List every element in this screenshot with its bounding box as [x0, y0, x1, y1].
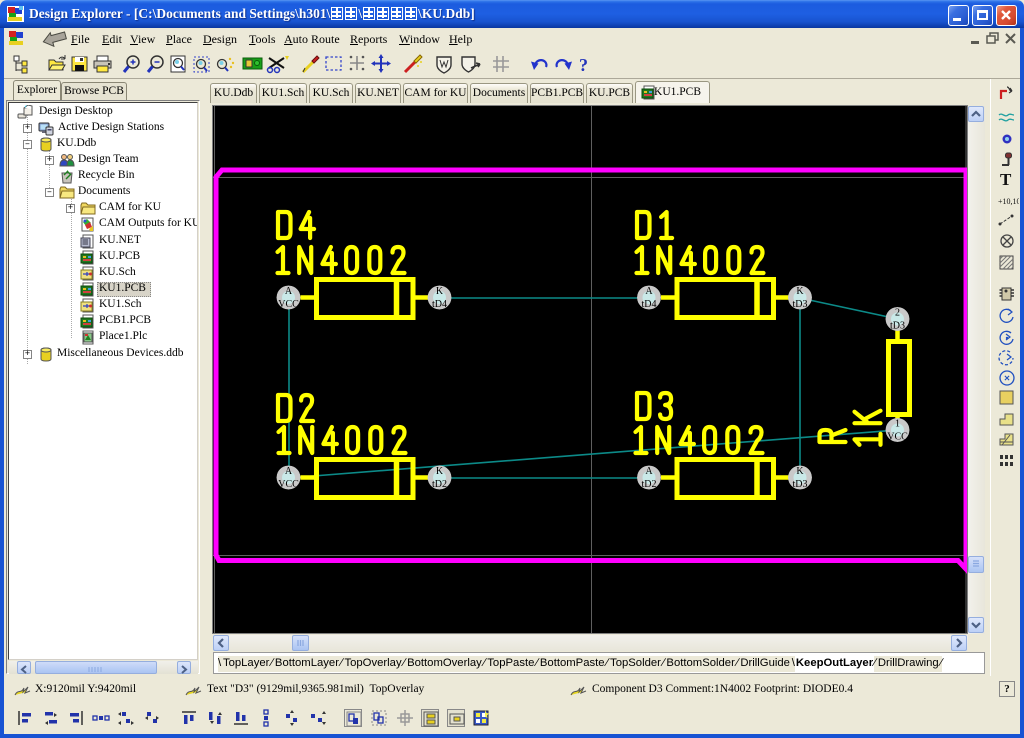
svg-text:1: 1	[895, 419, 900, 430]
svg-text:A: A	[645, 466, 653, 477]
svg-text:K: K	[436, 286, 444, 297]
svg-text:K: K	[796, 286, 804, 297]
svg-text:K: K	[796, 466, 804, 477]
svg-text:A: A	[285, 466, 293, 477]
svg-text:VCC: VCC	[278, 299, 299, 310]
svg-text:tD3: tD3	[793, 479, 808, 490]
svg-text:K: K	[436, 466, 444, 477]
svg-text:A: A	[645, 286, 653, 297]
svg-text:tD3: tD3	[793, 299, 808, 310]
svg-text:A: A	[285, 286, 293, 297]
svg-text:T: T	[1000, 170, 1012, 189]
svg-text:tD4: tD4	[432, 299, 447, 310]
svg-text:2: 2	[895, 308, 900, 319]
svg-text:tD2: tD2	[432, 479, 447, 490]
svg-text:tD3: tD3	[890, 321, 905, 332]
svg-text:?: ?	[579, 55, 588, 75]
svg-text:tD2: tD2	[642, 479, 657, 490]
svg-text:VCC: VCC	[278, 479, 299, 490]
svg-text:tD4: tD4	[642, 299, 657, 310]
svg-text:VCC: VCC	[887, 432, 908, 443]
svg-text:+10,10: +10,10	[998, 197, 1019, 206]
